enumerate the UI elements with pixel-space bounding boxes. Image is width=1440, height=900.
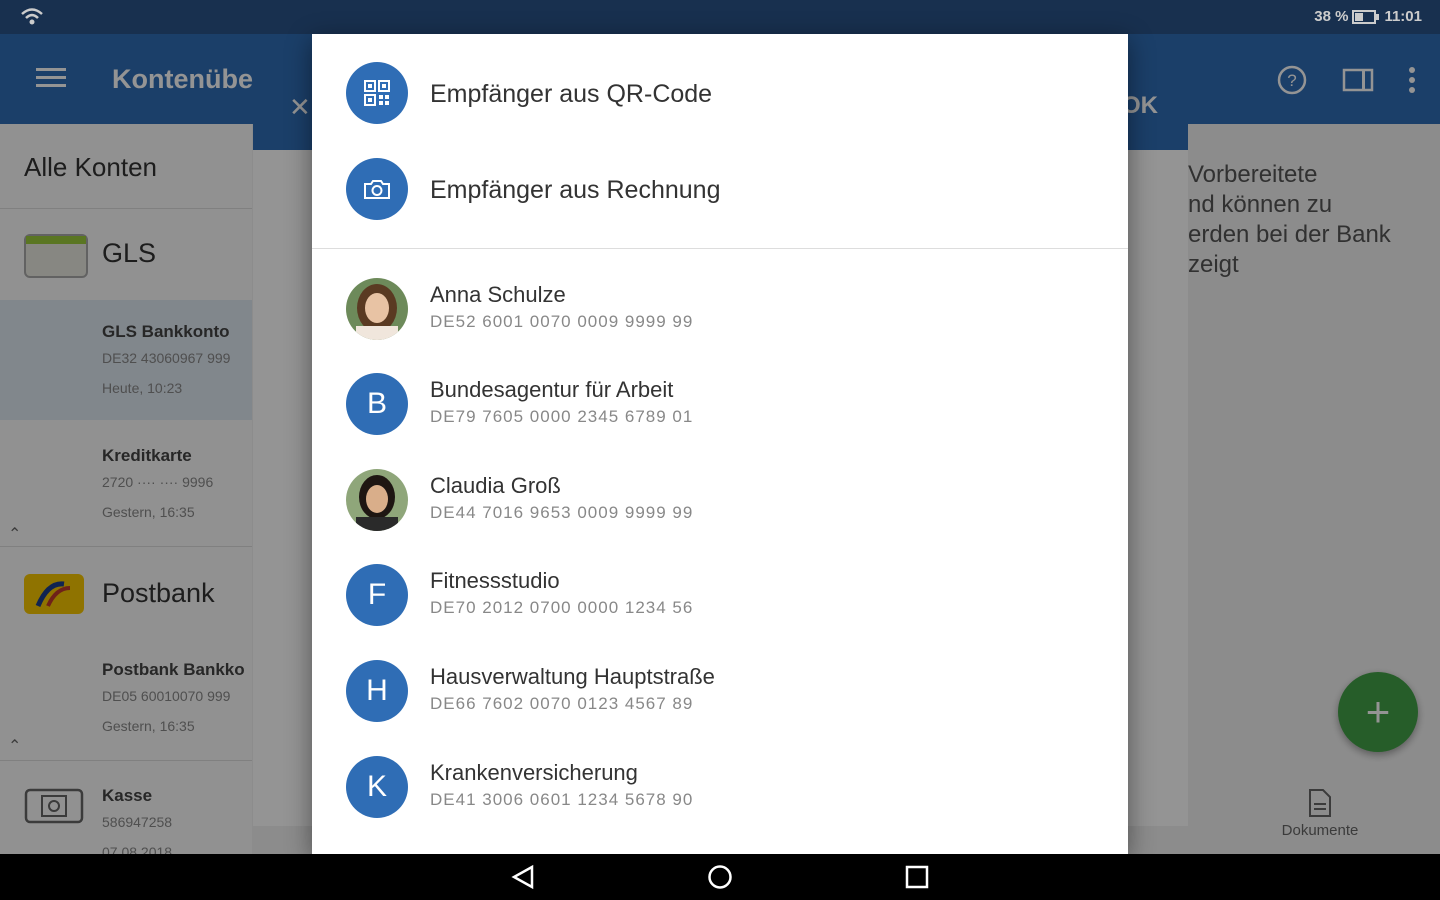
contact-iban: DE66 7602 0070 0123 4567 89: [430, 694, 694, 713]
back-icon[interactable]: [510, 864, 536, 890]
contact-iban: DE41 3006 0601 1234 5678 90: [430, 790, 694, 809]
avatar: [346, 278, 408, 340]
avatar: F: [346, 564, 408, 626]
contact-item[interactable]: Anna Schulze DE52 6001 0070 0009 9999 99: [312, 278, 1128, 342]
system-nav-bar: [0, 854, 1440, 900]
recents-icon[interactable]: [904, 864, 930, 890]
option-invoice[interactable]: Empfänger aus Rechnung: [312, 158, 1128, 222]
contact-name: Hausverwaltung Hauptstraße: [430, 664, 715, 689]
option-qr-code[interactable]: Empfänger aus QR-Code: [312, 62, 1128, 126]
contact-name: Krankenversicherung: [430, 760, 638, 785]
camera-icon: [346, 158, 408, 220]
recipient-picker-dialog: Empfänger aus QR-Code Empfänger aus Rech…: [312, 34, 1128, 854]
qr-code-icon: [346, 62, 408, 124]
contact-name: Fitnessstudio: [430, 568, 560, 593]
home-icon[interactable]: [707, 864, 733, 890]
contact-name: Bundesagentur für Arbeit: [430, 377, 674, 402]
contact-iban: DE52 6001 0070 0009 9999 99: [430, 312, 694, 331]
contact-item[interactable]: H Hausverwaltung Hauptstraße DE66 7602 0…: [312, 660, 1128, 724]
avatar: [346, 469, 408, 531]
contact-name: Anna Schulze: [430, 282, 566, 307]
contact-item[interactable]: F Fitnessstudio DE70 2012 0700 0000 1234…: [312, 564, 1128, 628]
avatar: B: [346, 373, 408, 435]
contact-item[interactable]: B Bundesagentur für Arbeit DE79 7605 000…: [312, 373, 1128, 437]
avatar: H: [346, 660, 408, 722]
statusbar-scrim: [0, 0, 1440, 34]
divider: [312, 248, 1128, 249]
contact-item[interactable]: K Krankenversicherung DE41 3006 0601 123…: [312, 756, 1128, 820]
option-label: Empfänger aus Rechnung: [430, 176, 721, 204]
contact-iban: DE79 7605 0000 2345 6789 01: [430, 407, 694, 426]
contact-iban: DE44 7016 9653 0009 9999 99: [430, 503, 694, 522]
contact-item[interactable]: Claudia Groß DE44 7016 9653 0009 9999 99: [312, 469, 1128, 533]
avatar: K: [346, 756, 408, 818]
option-label: Empfänger aus QR-Code: [430, 80, 713, 108]
contact-name: Claudia Groß: [430, 473, 561, 498]
contact-iban: DE70 2012 0700 0000 1234 56: [430, 598, 694, 617]
